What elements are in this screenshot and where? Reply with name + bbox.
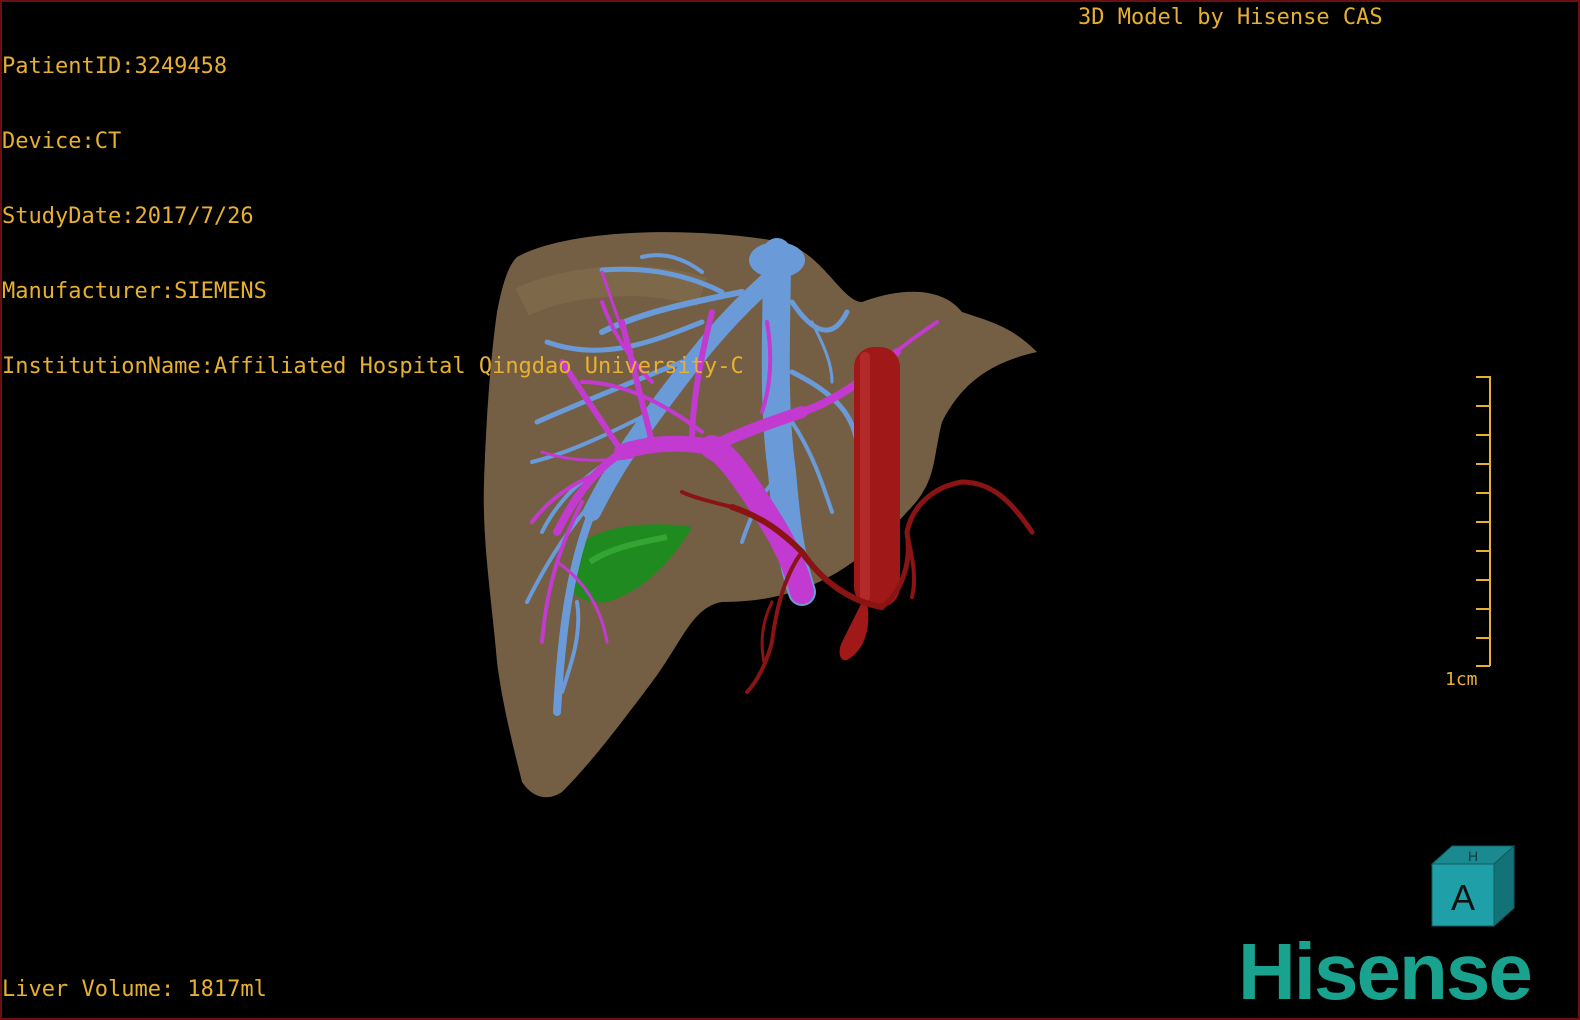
manufacturer-label: Manufacturer:SIEMENS: [2, 279, 267, 304]
scale-label: 1cm: [1445, 669, 1478, 690]
cube-front-label: A: [1451, 877, 1475, 918]
liver-volume-label: Liver Volume: 1817ml: [2, 977, 267, 1002]
study-date-label: StudyDate:2017/7/26: [2, 204, 254, 229]
device-label: Device:CT: [2, 129, 122, 154]
study-info-overlay: PatientID:3249458 Device:CT StudyDate:20…: [2, 4, 744, 429]
scale-bar: [1476, 376, 1491, 667]
3d-model-viewport[interactable]: PatientID:3249458 Device:CT StudyDate:20…: [0, 0, 1580, 1020]
institution-label: InstitutionName:Affiliated Hospital Qing…: [2, 354, 744, 379]
orientation-cube[interactable]: A H: [1422, 842, 1522, 937]
patient-id-label: PatientID:3249458: [2, 54, 228, 79]
hisense-logo: Hisense: [1238, 927, 1533, 1016]
model-credit-label: 3D Model by Hisense CAS: [1078, 5, 1383, 30]
cube-top-label: H: [1468, 848, 1478, 864]
